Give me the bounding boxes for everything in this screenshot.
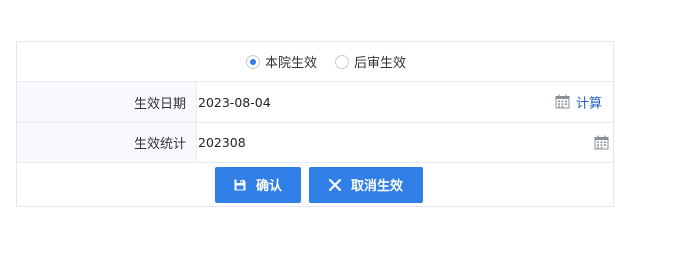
radio-button-unchecked[interactable] xyxy=(335,54,349,69)
effective-date-value[interactable]: 2023-08-04 xyxy=(198,95,271,110)
radio-label-local: 本院生效 xyxy=(264,56,317,71)
effective-date-row: 生效日期 2023-08-04 计算 xyxy=(17,82,613,123)
effective-stat-value[interactable]: 202308 xyxy=(198,135,246,150)
radio-option-local[interactable]: 本院生效 xyxy=(245,52,317,71)
calendar-icon[interactable] xyxy=(555,94,570,109)
effective-form: 本院生效 后审生效 生效日期 2023-08-04 计算 生效统计 202308… xyxy=(16,41,614,207)
save-icon xyxy=(234,179,246,190)
effective-date-label: 生效日期 xyxy=(17,82,197,122)
action-row: 确认 取消生效 xyxy=(17,163,613,206)
cancel-button-label: 取消生效 xyxy=(350,179,403,194)
scope-radio-group: 本院生效 后审生效 xyxy=(17,42,613,81)
radio-option-review[interactable]: 后审生效 xyxy=(335,52,406,71)
confirm-button[interactable]: 确认 xyxy=(215,166,301,203)
radio-label-review: 后审生效 xyxy=(354,56,407,71)
effective-stat-field[interactable]: 202308 xyxy=(197,123,613,162)
confirm-button-label: 确认 xyxy=(255,179,282,194)
close-icon xyxy=(328,178,341,191)
effective-stat-row: 生效统计 202308 xyxy=(17,123,613,163)
button-group: 确认 取消生效 xyxy=(17,163,613,206)
effective-stat-label: 生效统计 xyxy=(17,123,197,162)
effective-date-field[interactable]: 2023-08-04 计算 xyxy=(197,82,613,122)
calculate-link[interactable]: 计算 xyxy=(576,93,602,112)
scope-row: 本院生效 后审生效 xyxy=(17,42,613,82)
cancel-effective-button[interactable]: 取消生效 xyxy=(309,166,423,203)
calendar-icon[interactable] xyxy=(594,135,609,150)
radio-button-checked[interactable] xyxy=(245,54,260,69)
